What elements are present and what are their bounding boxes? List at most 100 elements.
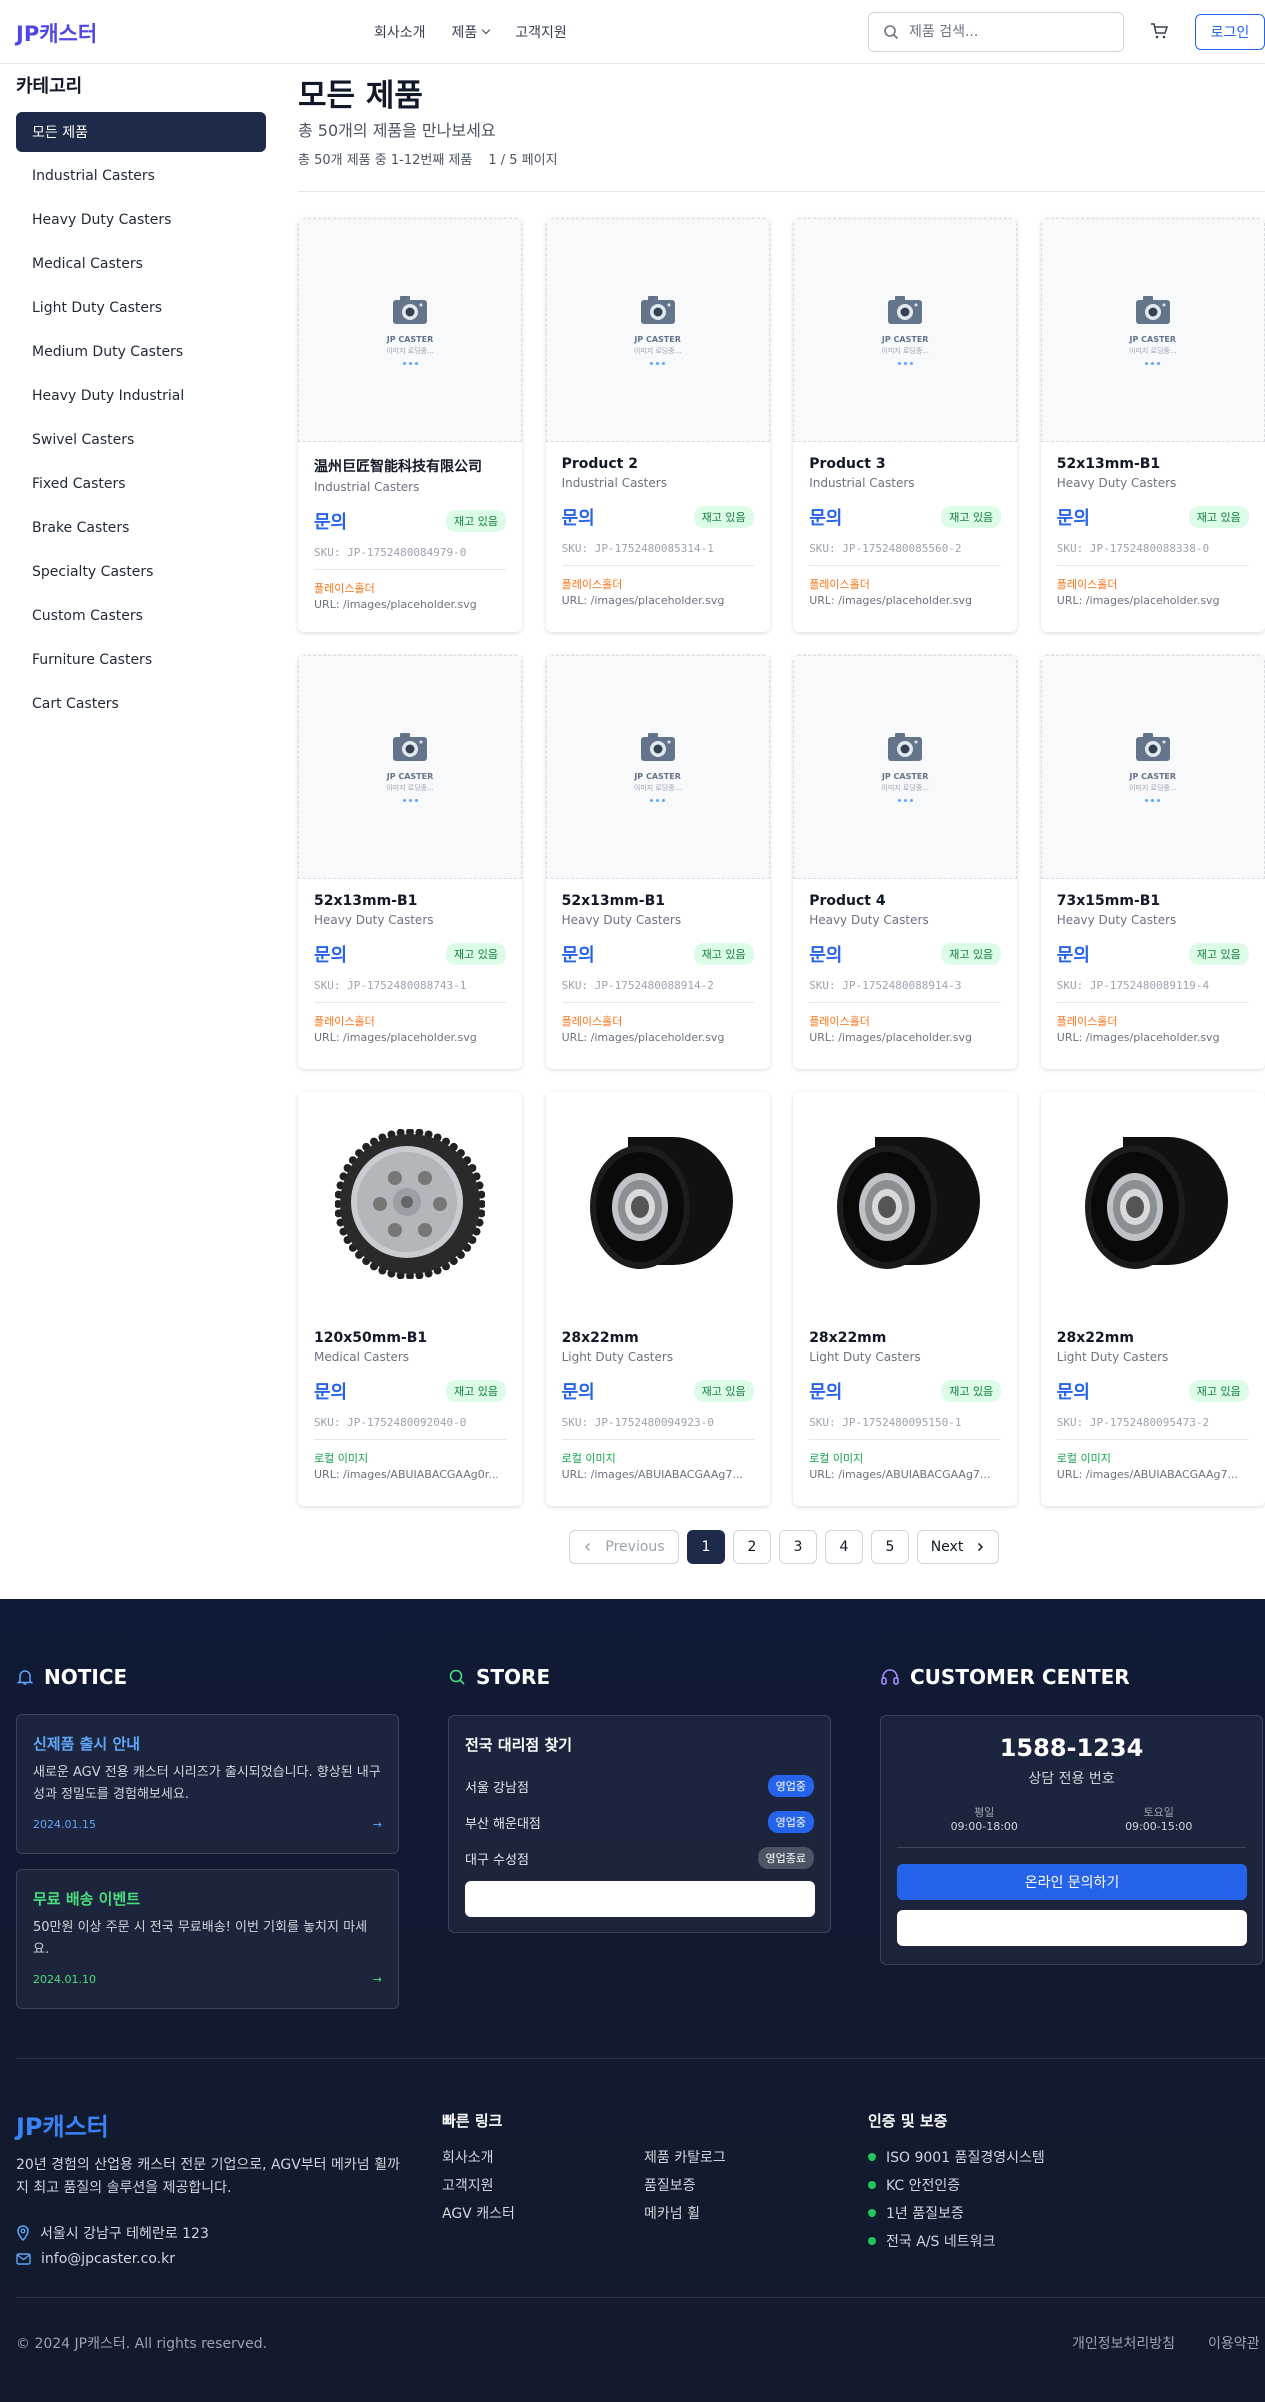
arrow-right-icon[interactable]: → [373,1973,382,1986]
nav-company-label: 회사소개 [374,25,426,41]
previous-button[interactable]: Previous [569,1530,679,1564]
product-image[interactable] [545,1092,770,1316]
sidebar-item[interactable]: Cart Casters [16,684,266,724]
phone-label: 상담 전용 번호 [1028,1771,1115,1787]
sidebar-item[interactable]: Medium Duty Casters [16,332,266,372]
product-image[interactable]: JP CASTER 이미지 로딩중... [793,655,1018,879]
address-text: 서울시 강남구 테헤란로 123 [40,2226,209,2242]
login-button[interactable]: 로그인 [1195,14,1265,50]
quick-link[interactable]: 고객지원 [442,2175,494,2195]
page-1-button[interactable]: 1 [687,1530,725,1564]
sidebar-item[interactable]: Light Duty Casters [16,288,266,328]
sidebar-item[interactable]: Industrial Casters [16,156,266,196]
quick-link[interactable]: 회사소개 [442,2147,494,2167]
product-name[interactable]: 温州巨匠智能科技有限公司 [314,456,506,476]
store-row[interactable]: 서울 강남점 영업중 [465,1773,814,1799]
store-row[interactable]: 대구 수성점 영업종료 [465,1845,814,1871]
email-text[interactable]: info@jpcaster.co.kr [41,2251,175,2267]
page-3-button[interactable]: 3 [779,1530,817,1564]
product-name[interactable]: Product 4 [809,893,1001,909]
product-name[interactable]: 52x13mm-B1 [314,893,506,909]
product-image[interactable]: JP CASTER 이미지 로딩중... [793,218,1018,442]
footer: NOTICE 신제품 출시 안내 새로운 AGV 전용 캐스터 시리즈가 출시되… [0,1599,1265,2402]
product-sku: SKU: JP-1752480088914-3 [809,979,1002,1003]
sidebar-item[interactable]: Swivel Casters [16,420,266,460]
sidebar-item[interactable]: Specialty Casters [16,552,266,592]
product-price: 문의 [809,1382,843,1403]
product-card[interactable]: JP CASTER 이미지 로딩중... 52x13mm-B1 Heavy Duty … [298,655,522,1069]
product-image[interactable]: JP CASTER 이미지 로딩중... [298,655,522,879]
product-image[interactable]: JP CASTER 이미지 로딩중... [545,655,770,879]
quick-link[interactable]: AGV 캐스터 [442,2203,515,2223]
online-inquiry-button[interactable]: 온라인 문의하기 [897,1864,1247,1900]
product-sku: SKU: JP-1752480088743-1 [314,979,506,1003]
notice-card[interactable]: 신제품 출시 안내 새로운 AGV 전용 캐스터 시리즈가 출시되었습니다. 향… [16,1714,399,1854]
product-card[interactable]: JP CASTER 이미지 로딩중... 温州巨匠智能科技有限公司 Industria… [298,218,522,632]
product-name[interactable]: Product 3 [809,456,1001,472]
customer-center-heading: CUSTOMER CENTER [880,1665,1130,1689]
business-hours: 평일 09:00-18:00 토요일 09:00-15:00 [897,1804,1246,1848]
product-name[interactable]: 28x22mm [562,1330,754,1346]
product-name[interactable]: 52x13mm-B1 [562,893,754,909]
inquiry-secondary-field[interactable] [897,1910,1247,1946]
sidebar-item[interactable]: 모든 제품 [16,112,266,152]
search-box[interactable] [868,12,1124,52]
product-card[interactable]: 28x22mm Light Duty Casters 문의 재고 있음 SKU: JP-… [545,1092,770,1506]
nav-support[interactable]: 고객지원 [515,22,567,42]
quick-link[interactable]: 메카넘 휠 [644,2203,700,2223]
product-card[interactable]: 28x22mm Light Duty Casters 문의 재고 있음 SKU: JP-… [1040,1092,1265,1506]
nav-products[interactable]: 제품 [452,22,491,42]
sidebar-item[interactable]: Brake Casters [16,508,266,548]
product-name[interactable]: Product 2 [562,456,754,472]
product-image[interactable]: JP CASTER 이미지 로딩중... [1040,218,1265,442]
product-image[interactable]: JP CASTER 이미지 로딩중... [298,218,522,442]
product-name[interactable]: 52x13mm-B1 [1057,456,1249,472]
next-button[interactable]: Next [917,1530,999,1564]
product-image[interactable] [298,1092,522,1316]
site-logo[interactable]: JP캐스터 [16,18,97,48]
product-image[interactable]: JP CASTER 이미지 로딩중... [545,218,770,442]
terms-link[interactable]: 이용약관 [1208,2333,1260,2353]
product-name[interactable]: 73x15mm-B1 [1057,893,1249,909]
product-name[interactable]: 28x22mm [809,1330,1001,1346]
store-search-field[interactable] [465,1881,815,1917]
product-card[interactable]: JP CASTER 이미지 로딩중... 52x13mm-B1 Heavy Duty … [1040,218,1265,632]
loading-dots-icon [1145,362,1161,365]
product-card[interactable]: JP CASTER 이미지 로딩중... 73x15mm-B1 Heavy Duty … [1040,655,1265,1069]
privacy-link[interactable]: 개인정보처리방침 [1072,2333,1175,2353]
quick-link[interactable]: 품질보증 [644,2175,696,2195]
sidebar-item[interactable]: Heavy Duty Casters [16,200,266,240]
product-image[interactable] [1040,1092,1265,1316]
page-4-button[interactable]: 4 [825,1530,863,1564]
nav-company[interactable]: 회사소개 [374,22,426,42]
sidebar-item[interactable]: Fixed Casters [16,464,266,504]
caster-roller-image [1084,1137,1228,1269]
page-5-button[interactable]: 5 [871,1530,909,1564]
sidebar-item[interactable]: Furniture Casters [16,640,266,680]
sidebar-item[interactable]: Heavy Duty Industrial [16,376,266,416]
product-name[interactable]: 120x50mm-B1 [314,1330,506,1346]
product-card[interactable]: JP CASTER 이미지 로딩중... 52x13mm-B1 Heavy Duty … [545,655,770,1069]
placeholder-brand: JP CASTER [1129,772,1177,781]
notice-card[interactable]: 무료 배송 이벤트 50만원 이상 주문 시 전국 무료배송! 이번 기회를 놓… [16,1869,399,2009]
cert-label: KC 안전인증 [886,2178,961,2194]
search-icon [449,1669,465,1685]
cart-icon[interactable] [1150,22,1169,44]
product-grid: JP CASTER 이미지 로딩중... 温州巨匠智能科技有限公司 Industria… [298,218,1265,1506]
cert-label: 전국 A/S 네트워크 [886,2234,996,2250]
search-input[interactable] [909,24,1109,40]
product-image[interactable]: JP CASTER 이미지 로딩중... [1040,655,1265,879]
sidebar-item[interactable]: Custom Casters [16,596,266,636]
product-card[interactable]: JP CASTER 이미지 로딩중... Product 2 Industrial C… [545,218,770,632]
product-image[interactable] [793,1092,1018,1316]
product-card[interactable]: 120x50mm-B1 Medical Casters 문의 재고 있음 SKU: JP… [298,1092,522,1506]
arrow-right-icon[interactable]: → [373,1818,382,1831]
page-2-button[interactable]: 2 [733,1530,771,1564]
sidebar-item[interactable]: Medical Casters [16,244,266,284]
quick-link[interactable]: 제품 카탈로그 [644,2147,726,2167]
product-card[interactable]: JP CASTER 이미지 로딩중... Product 3 Industrial C… [793,218,1018,632]
product-name[interactable]: 28x22mm [1057,1330,1249,1346]
store-row[interactable]: 부산 해운대점 영업중 [465,1809,814,1835]
product-card[interactable]: 28x22mm Light Duty Casters 문의 재고 있음 SKU: JP-… [793,1092,1018,1506]
product-card[interactable]: JP CASTER 이미지 로딩중... Product 4 Heavy Duty C… [793,655,1018,1069]
